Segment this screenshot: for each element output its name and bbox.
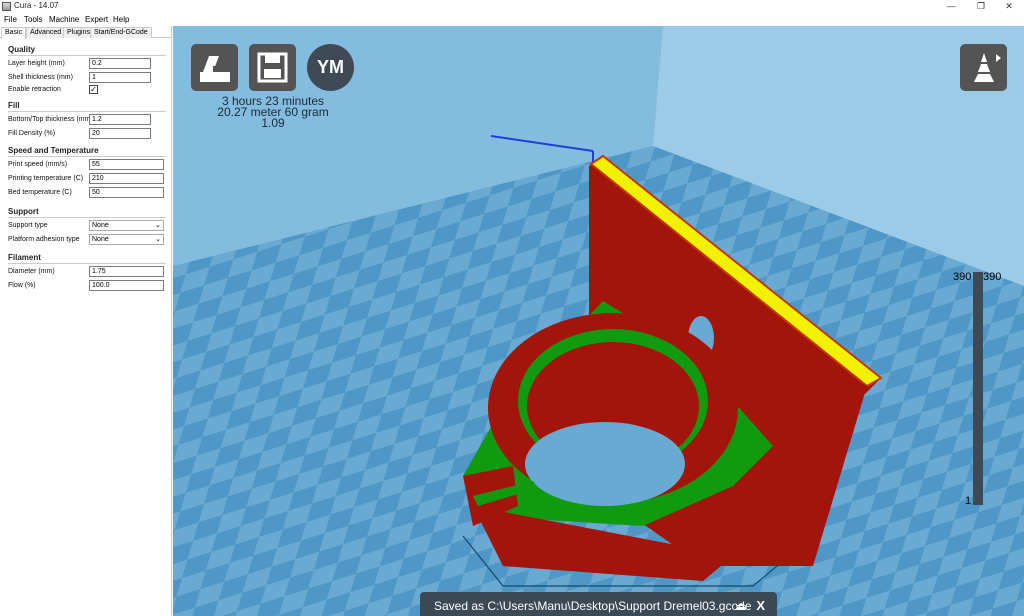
support-type-value: None — [92, 222, 109, 229]
enable-retraction-label: Enable retraction — [8, 86, 61, 93]
load-model-button[interactable] — [191, 44, 238, 91]
bottom-top-thickness-label: Bottom/Top thickness (mm) — [8, 116, 93, 123]
section-filament: Filament — [8, 253, 41, 262]
layer-top-right-label: 390 — [983, 271, 1002, 283]
model-clamp-opening — [525, 422, 685, 506]
menu-tools[interactable]: Tools — [24, 15, 43, 24]
save-disk-icon — [257, 52, 288, 83]
divider — [8, 263, 166, 264]
view-mode-icon — [974, 53, 1001, 82]
layer-bottom-label: 1 — [965, 495, 972, 507]
cura-app-icon — [2, 2, 11, 11]
settings-panel: Basic Advanced Plugins Start/End-GCode Q… — [0, 26, 172, 616]
menu-file[interactable]: File — [4, 15, 17, 24]
layer-slider[interactable] — [973, 272, 983, 505]
print-speed-input[interactable]: 55 — [89, 159, 164, 170]
divider — [8, 156, 166, 157]
diameter-input[interactable]: 1.75 — [89, 266, 164, 277]
menu-help[interactable]: Help — [113, 15, 129, 24]
notification-close-button[interactable]: X — [756, 592, 765, 616]
window-title: Cura - 14.07 — [14, 1, 59, 10]
divider — [8, 111, 166, 112]
section-fill: Fill — [8, 101, 20, 110]
save-notification: Saved as C:\Users\Manu\Desktop\Support D… — [420, 592, 777, 616]
print-info: 3 hours 23 minutes 20.27 meter 60 gram 1… — [213, 95, 333, 130]
layer-height-input[interactable]: 0.2 — [89, 58, 151, 69]
bed-temperature-label: Bed temperature (C) — [8, 189, 72, 196]
flow-input[interactable]: 100.0 — [89, 280, 164, 291]
platform-adhesion-select[interactable]: None ⌄ — [89, 234, 164, 245]
eject-icon[interactable]: ⏏ — [736, 592, 747, 616]
settings-tabs: Basic Advanced Plugins Start/End-GCode — [0, 26, 172, 39]
save-gcode-button[interactable] — [249, 44, 296, 91]
enable-retraction-checkbox[interactable]: ✓ — [89, 85, 98, 94]
printing-temperature-label: Printing temperature (C) — [8, 175, 84, 182]
title-bar: Cura - 14.07 — ❐ ✕ — [0, 0, 1024, 13]
chevron-down-icon: ⌄ — [155, 222, 161, 229]
printing-temperature-input[interactable]: 210 — [89, 173, 164, 184]
section-speed-temperature: Speed and Temperature — [8, 146, 99, 155]
layer-height-label: Layer height (mm) — [8, 60, 65, 67]
flow-label: Flow (%) — [8, 282, 36, 289]
load-icon — [200, 56, 230, 82]
save-notification-text: Saved as C:\Users\Manu\Desktop\Support D… — [434, 599, 752, 613]
platform-adhesion-label: Platform adhesion type — [8, 236, 80, 243]
print-cost: 1.09 — [261, 116, 285, 130]
layer-top-left-label: 390 — [953, 271, 972, 283]
menu-expert[interactable]: Expert — [85, 15, 108, 24]
view-mode-button[interactable] — [960, 44, 1007, 91]
shell-thickness-input[interactable]: 1 — [89, 72, 151, 83]
support-type-select[interactable]: None ⌄ — [89, 220, 164, 231]
menu-bar: File Tools Machine Expert Help — [0, 13, 1024, 26]
section-quality: Quality — [8, 45, 36, 54]
chevron-down-icon: ⌄ — [155, 236, 161, 243]
section-support: Support — [8, 207, 39, 216]
divider — [8, 217, 166, 218]
restore-button[interactable]: ❐ — [966, 0, 996, 13]
tab-start-end-gcode[interactable]: Start/End-GCode — [90, 27, 152, 38]
tab-basic[interactable]: Basic — [1, 27, 27, 39]
print-speed-label: Print speed (mm/s) — [8, 161, 68, 168]
fill-density-input[interactable]: 20 — [89, 128, 151, 139]
support-type-label: Support type — [8, 222, 48, 229]
tab-advanced[interactable]: Advanced — [26, 27, 66, 38]
menu-machine[interactable]: Machine — [49, 15, 79, 24]
shell-thickness-label: Shell thickness (mm) — [8, 74, 73, 81]
bottom-top-thickness-input[interactable]: 1.2 — [89, 114, 151, 125]
fill-density-label: Fill Density (%) — [8, 130, 56, 137]
platform-adhesion-value: None — [92, 236, 109, 243]
minimize-button[interactable]: — — [936, 0, 966, 13]
3d-viewport[interactable]: YM 3 hours 23 minutes 20.27 meter 60 gra… — [173, 26, 1024, 616]
divider — [8, 55, 166, 56]
diameter-label: Diameter (mm) — [8, 268, 55, 275]
youmagine-button[interactable]: YM — [307, 44, 354, 91]
bed-temperature-input[interactable]: 50 — [89, 187, 164, 198]
close-button[interactable]: ✕ — [994, 0, 1024, 13]
